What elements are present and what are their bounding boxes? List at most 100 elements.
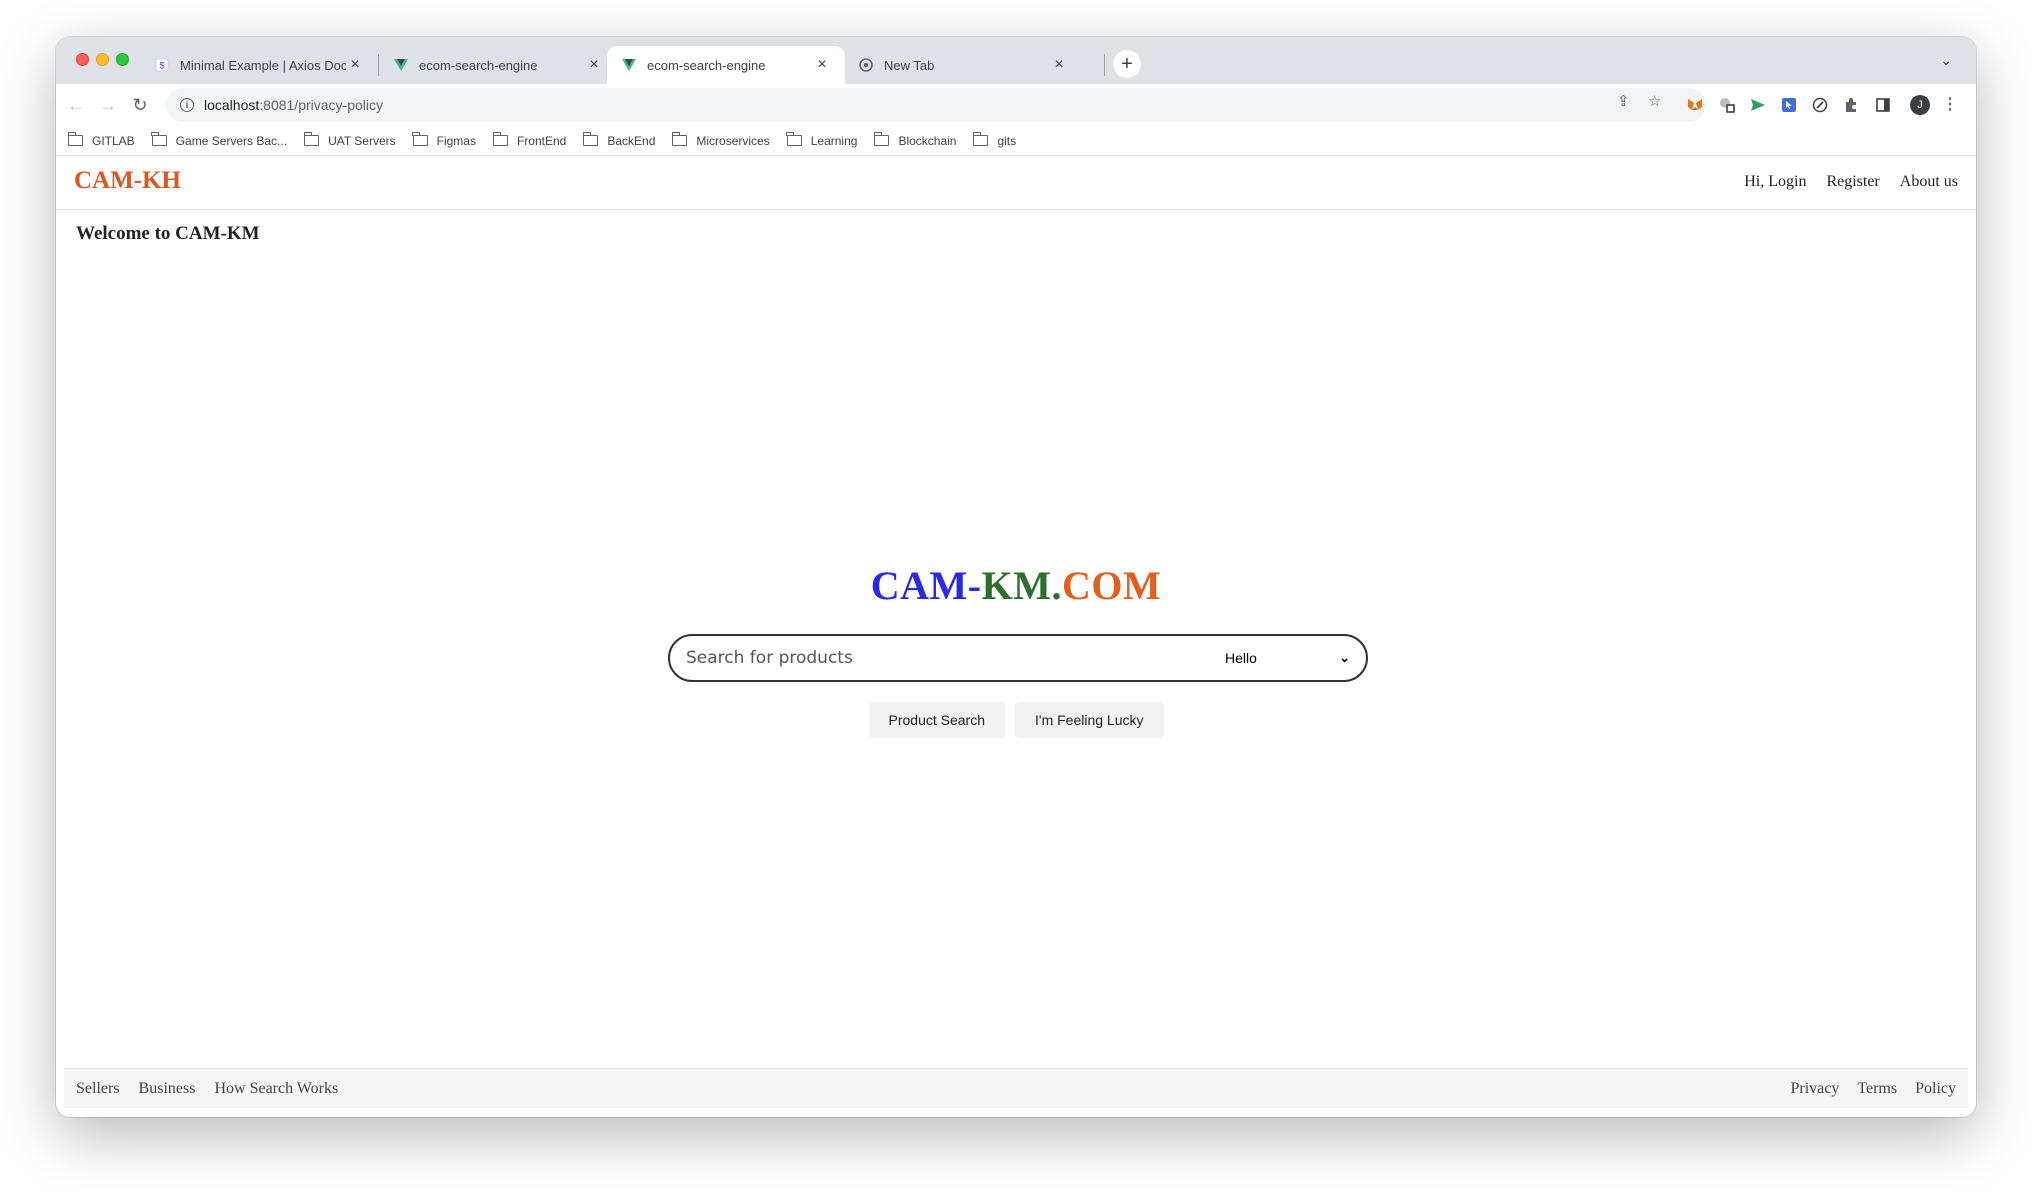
footer-right-links: Privacy Terms Policy: [1776, 1080, 1956, 1098]
folder-icon: [492, 132, 508, 146]
site-footer: Sellers Business How Search Works Privac…: [64, 1068, 1968, 1108]
bookmark-folder[interactable]: Learning: [786, 132, 858, 148]
tab-close-icon[interactable]: ×: [813, 56, 831, 74]
tab-strip: $ Minimal Example | Axios Docs × ecom-se…: [56, 37, 1976, 84]
category-select-value: Hello: [1225, 650, 1257, 666]
folder-icon: [874, 132, 890, 146]
brand-wordmark: CAM-KM.COM: [56, 562, 1976, 609]
login-link[interactable]: Hi, Login: [1744, 173, 1806, 191]
bookmark-folder[interactable]: BackEnd: [583, 132, 656, 148]
site-logo[interactable]: CAM-KH: [74, 167, 181, 195]
footer-link-policy[interactable]: Policy: [1915, 1080, 1956, 1097]
welcome-heading: Welcome to CAM-KM: [76, 223, 260, 244]
product-search-button[interactable]: Product Search: [868, 702, 1005, 738]
tab-title: ecom-search-engine: [647, 57, 766, 73]
bookmarks-bar: GITLAB Game Servers Bac... UAT Servers F…: [56, 126, 1976, 156]
footer-link-privacy[interactable]: Privacy: [1790, 1080, 1839, 1097]
folder-icon: [151, 132, 167, 146]
compass-extension-icon[interactable]: [1811, 96, 1829, 114]
bookmark-folder[interactable]: Figmas: [412, 132, 476, 148]
tab-close-icon[interactable]: ×: [1050, 56, 1068, 74]
folder-icon: [973, 132, 989, 146]
tab-close-icon[interactable]: ×: [346, 56, 364, 74]
bookmark-label: GITLAB: [92, 133, 135, 148]
bookmark-star-icon[interactable]: ☆: [1648, 92, 1661, 110]
web-page: CAM-KH Hi, Login Register About us Welco…: [56, 157, 1976, 1117]
bookmark-folder[interactable]: UAT Servers: [303, 132, 396, 148]
site-nav: Hi, Login Register About us: [1724, 173, 1958, 191]
browser-toolbar: ← → ↻ i localhost:8081/privacy-policy ⇪ …: [56, 84, 1976, 126]
footer-link-terms[interactable]: Terms: [1857, 1080, 1897, 1097]
axios-icon: $: [154, 57, 170, 73]
tab-axios-docs[interactable]: $ Minimal Example | Axios Docs ×: [140, 46, 378, 84]
bookmark-folder[interactable]: gits: [973, 132, 1017, 148]
side-panel-icon[interactable]: [1874, 96, 1892, 114]
folder-icon: [67, 132, 83, 146]
tab-title: ecom-search-engine: [419, 57, 538, 73]
browser-window: $ Minimal Example | Axios Docs × ecom-se…: [56, 37, 1976, 1117]
tab-ecom-search-engine-active[interactable]: ecom-search-engine ×: [607, 46, 845, 84]
bookmark-label: Game Servers Bac...: [175, 133, 288, 148]
brand-part-2: KM.: [981, 563, 1062, 608]
url-path: :8081/privacy-policy: [259, 97, 383, 113]
browser-menu-icon[interactable]: ⋮: [1942, 94, 1958, 114]
reload-icon[interactable]: ↻: [128, 93, 152, 117]
minimize-window-button[interactable]: [96, 53, 109, 66]
footer-link-how-search-works[interactable]: How Search Works: [214, 1080, 338, 1097]
folder-icon: [786, 132, 802, 146]
register-link[interactable]: Register: [1826, 173, 1879, 191]
tab-title: Minimal Example | Axios Docs: [180, 57, 346, 73]
bookmark-folder[interactable]: FrontEnd: [492, 132, 567, 148]
profile-avatar[interactable]: J: [1910, 95, 1930, 115]
bookmark-folder[interactable]: Microservices: [672, 132, 770, 148]
vue-icon: [621, 57, 637, 73]
address-bar[interactable]: i localhost:8081/privacy-policy: [166, 88, 1706, 122]
footer-link-business[interactable]: Business: [139, 1080, 196, 1097]
cursor-extension-icon[interactable]: [1780, 96, 1798, 114]
share-icon[interactable]: ⇪: [1617, 92, 1630, 110]
footer-left-links: Sellers Business How Search Works: [76, 1080, 353, 1098]
brand-part-3: COM: [1061, 563, 1162, 608]
bookmark-label: gits: [997, 133, 1017, 148]
metamask-extension-icon[interactable]: [1686, 96, 1704, 114]
send-extension-icon[interactable]: [1749, 96, 1767, 114]
search-bar: Hello ⌄: [668, 634, 1368, 682]
tab-separator: [1104, 54, 1105, 76]
site-info-icon[interactable]: i: [180, 98, 194, 112]
tab-title: New Tab: [884, 57, 935, 73]
folder-icon: [672, 132, 688, 146]
close-window-button[interactable]: [76, 53, 89, 66]
bookmark-label: UAT Servers: [328, 133, 396, 148]
back-icon[interactable]: ←: [64, 93, 88, 117]
new-tab-button[interactable]: +: [1113, 50, 1141, 78]
svg-text:$: $: [159, 61, 164, 71]
footer-link-sellers[interactable]: Sellers: [76, 1080, 120, 1097]
chevron-down-icon: ⌄: [1339, 650, 1350, 665]
extensions-puzzle-icon[interactable]: [1842, 96, 1860, 114]
tab-close-icon[interactable]: ×: [585, 56, 603, 74]
brand-part-1: CAM-: [870, 563, 982, 608]
bookmark-folder[interactable]: Blockchain: [874, 132, 956, 148]
folder-icon: [412, 132, 428, 146]
chrome-icon: [858, 57, 874, 73]
category-select[interactable]: Hello ⌄: [1211, 638, 1366, 678]
bookmark-folder[interactable]: GITLAB: [67, 132, 135, 148]
extension-puzzle-alt-icon[interactable]: [1718, 96, 1736, 114]
bookmark-label: FrontEnd: [516, 133, 567, 148]
tab-new-tab[interactable]: New Tab ×: [844, 46, 1082, 84]
site-header: CAM-KH Hi, Login Register About us: [56, 157, 1976, 210]
folder-icon: [583, 132, 599, 146]
maximize-window-button[interactable]: [116, 53, 129, 66]
bookmark-label: BackEnd: [607, 133, 656, 148]
url-host: localhost: [204, 97, 260, 113]
about-link[interactable]: About us: [1900, 173, 1958, 191]
search-buttons: Product Search I'm Feeling Lucky: [56, 702, 1976, 738]
tab-search-chevron-icon[interactable]: ⌄: [1940, 52, 1952, 69]
tab-ecom-search-engine[interactable]: ecom-search-engine ×: [379, 46, 617, 84]
feeling-lucky-button[interactable]: I'm Feeling Lucky: [1015, 702, 1164, 738]
bookmark-folder[interactable]: Game Servers Bac...: [151, 132, 288, 148]
search-input[interactable]: [686, 648, 1211, 668]
bookmark-label: Microservices: [696, 133, 770, 148]
forward-icon[interactable]: →: [96, 93, 120, 117]
bookmark-label: Learning: [810, 133, 858, 148]
